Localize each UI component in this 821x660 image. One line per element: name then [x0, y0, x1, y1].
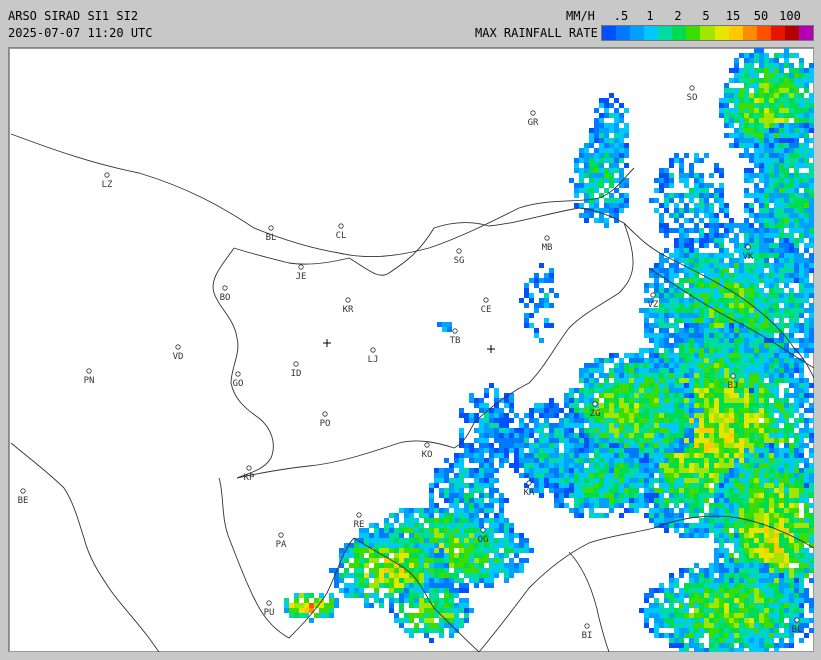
- city-code: KA: [524, 488, 535, 498]
- city-code: VD: [173, 352, 184, 362]
- city-code: ZG: [590, 409, 601, 419]
- city-code: BL: [792, 625, 803, 635]
- border-austria-italy: [10, 133, 635, 258]
- city-marker: SO: [687, 85, 698, 103]
- city-code: VK: [743, 252, 754, 262]
- city-code: KR: [343, 305, 354, 315]
- city-code: JE: [296, 272, 307, 282]
- color-scale: [601, 25, 814, 41]
- city-marker: MB: [542, 235, 553, 253]
- border-slovenia-west: [212, 247, 274, 479]
- city-code: BL: [266, 233, 277, 243]
- city-marker: LJ: [368, 347, 379, 365]
- scale-swatch: [672, 26, 687, 40]
- city-marker: ID: [291, 361, 302, 379]
- city-marker: GO: [233, 371, 244, 389]
- city-code: CL: [336, 231, 347, 241]
- city-marker: BI: [582, 623, 593, 641]
- scale-tick-label: 2: [674, 9, 682, 23]
- scale-swatch: [728, 26, 743, 40]
- scale-swatch: [784, 26, 799, 40]
- city-code: SG: [454, 256, 465, 266]
- city-marker: LZ: [102, 172, 113, 190]
- city-code: PA: [276, 540, 287, 550]
- coast-italy: [10, 442, 160, 652]
- radar-sites: [323, 339, 495, 353]
- scale-swatch: [686, 26, 701, 40]
- city-code: KO: [422, 450, 433, 460]
- product-name: MAX RAINFALL RATE: [475, 26, 598, 40]
- city-marker: CE: [481, 297, 492, 315]
- city-code: RE: [354, 520, 365, 530]
- radar-display: ARSO SIRAD SI1 SI2 2025-07-07 11:20 UTC …: [0, 0, 821, 660]
- city-marker: GR: [528, 110, 539, 128]
- scale-tick-label: 1: [646, 9, 654, 23]
- scale-swatch: [756, 26, 771, 40]
- scale-tick-label: 5: [702, 9, 710, 23]
- city-marker: VD: [173, 344, 184, 362]
- city-code: SO: [687, 93, 698, 103]
- radar-map[interactable]: GR SO LZ BL CL MB VK JE SG BO KR CE VZ TB VD LJ PN GO ID BJ…: [8, 47, 814, 652]
- city-code: VZ: [648, 300, 659, 310]
- scale-swatch: [742, 26, 757, 40]
- scale-swatch: [602, 26, 617, 40]
- city-code: CE: [481, 305, 492, 315]
- city-marker: KP: [244, 465, 255, 483]
- city-code: OG: [478, 535, 489, 545]
- timestamp: 2025-07-07 11:20 UTC: [8, 26, 153, 40]
- city-code: TB: [450, 336, 461, 346]
- scale-tick-label: 100: [779, 9, 801, 23]
- scale-swatch: [658, 26, 673, 40]
- city-marker: BE: [18, 488, 29, 506]
- city-marker: CL: [336, 223, 347, 241]
- scale-tick-label: 15: [725, 9, 741, 23]
- city-marker: PO: [320, 411, 331, 429]
- units-label: MM/H: [566, 9, 595, 23]
- scale-swatch: [714, 26, 729, 40]
- city-marker: PU: [264, 600, 275, 618]
- city-code: PU: [264, 608, 275, 618]
- scale-swatch: [798, 26, 813, 40]
- city-marker: KO: [422, 442, 433, 460]
- city-marker: KR: [343, 297, 354, 315]
- scale-swatch: [770, 26, 785, 40]
- scale-swatch: [630, 26, 645, 40]
- radar-site-marker: [487, 345, 495, 353]
- city-code: GO: [233, 379, 244, 389]
- city-code: KP: [244, 473, 255, 483]
- city-code: LZ: [102, 180, 113, 190]
- scale-swatch: [644, 26, 659, 40]
- scale-tick-label: 50: [753, 9, 769, 23]
- scale-tick-label: .5: [613, 9, 629, 23]
- city-code: MB: [542, 243, 553, 253]
- scale-swatch: [700, 26, 715, 40]
- city-code: PN: [84, 376, 95, 386]
- city-code: BJ: [728, 381, 739, 391]
- city-code: ID: [291, 369, 302, 379]
- city-marker: PA: [276, 532, 287, 550]
- city-marker: PN: [84, 368, 95, 386]
- city-code: GR: [528, 118, 539, 128]
- city-code: PO: [320, 419, 331, 429]
- city-marker: BL: [266, 225, 277, 243]
- city-marker: BO: [220, 285, 231, 303]
- scale-swatch: [616, 26, 631, 40]
- city-marker: JE: [296, 264, 307, 282]
- city-code: BO: [220, 293, 231, 303]
- city-code: BE: [18, 496, 29, 506]
- radar-site-marker: [323, 339, 331, 347]
- city-code: LJ: [368, 355, 379, 365]
- city-marker: SG: [454, 248, 465, 266]
- map-canvas: GR SO LZ BL CL MB VK JE SG BO KR CE VZ TB VD LJ PN GO ID BJ…: [10, 48, 814, 652]
- city-marker: RE: [354, 512, 365, 530]
- city-code: BI: [582, 631, 593, 641]
- rainfall-layer: [284, 48, 814, 652]
- product-title: ARSO SIRAD SI1 SI2: [8, 9, 139, 23]
